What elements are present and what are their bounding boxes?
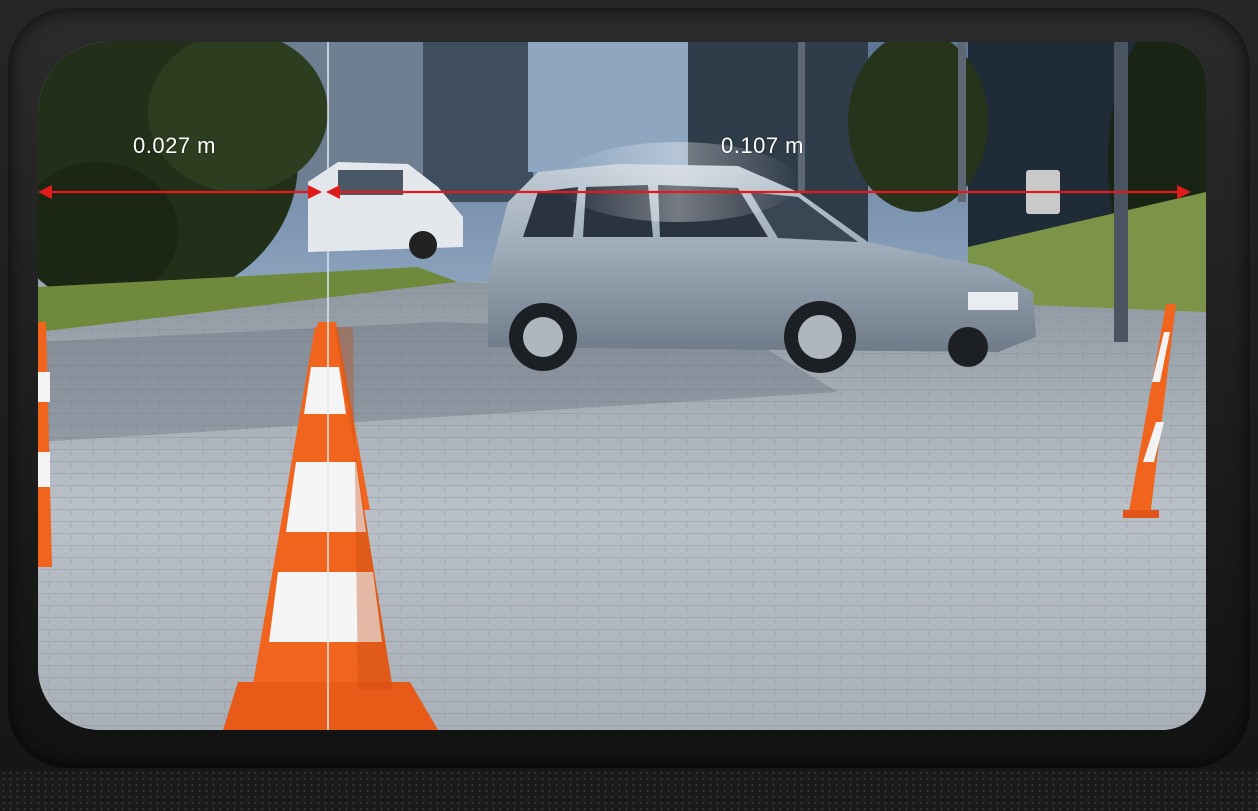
measurement-overlay — [38, 185, 1191, 199]
left-distance-label: 0.027 m — [133, 133, 216, 158]
arrow-head-right-end — [1177, 185, 1191, 199]
right-distance-label: 0.107 m — [721, 133, 804, 158]
arrow-right — [326, 185, 1191, 199]
arrow-head-left-end — [308, 185, 322, 199]
arrow-left — [38, 185, 322, 199]
arrow-head-right-start — [326, 185, 340, 199]
arrow-head-left-start — [38, 185, 52, 199]
